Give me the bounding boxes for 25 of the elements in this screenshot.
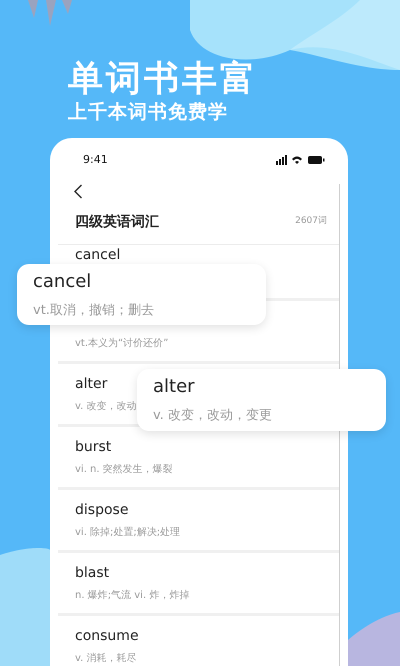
word-text: cancel — [75, 247, 120, 263]
word-meaning: n. 爆炸;气流 vi. 炸，炸掉 — [75, 589, 190, 603]
word-text: blast — [75, 565, 110, 581]
word-text: alter — [75, 376, 108, 392]
word-text: burst — [75, 439, 112, 455]
word-text: consume — [75, 628, 139, 644]
word-meaning: vt.本义为“讨价还价” — [75, 337, 168, 351]
word-meaning: v. 消耗，耗尽 — [75, 652, 136, 666]
hero-subtitle: 上千本词书免费学 — [68, 100, 229, 124]
word-text: dispose — [75, 502, 128, 518]
back-icon[interactable] — [73, 184, 83, 199]
word-meaning: vi. n. 突然发生，爆裂 — [75, 463, 173, 477]
word-meaning: vt.取消，撤销；删去 — [33, 302, 155, 320]
word-text: alter — [153, 375, 196, 399]
list-title: 四级英语词汇 — [75, 213, 159, 231]
status-time: 9:41 — [83, 152, 108, 168]
word-meaning: v. 改变，改动，变更 — [153, 407, 273, 425]
corner-wave-shape — [348, 612, 400, 666]
hero-title: 单词书丰富 — [68, 58, 259, 100]
word-meaning: vi. 除掉;处置;解决;处理 — [75, 526, 180, 540]
word-text: cancel — [33, 270, 92, 294]
status-icons-drawing — [276, 155, 326, 165]
word-count: 2607词 — [295, 215, 327, 228]
word-meaning: v. 改变，改动 — [75, 400, 136, 414]
brush-stroke-drawing — [28, 0, 72, 26]
